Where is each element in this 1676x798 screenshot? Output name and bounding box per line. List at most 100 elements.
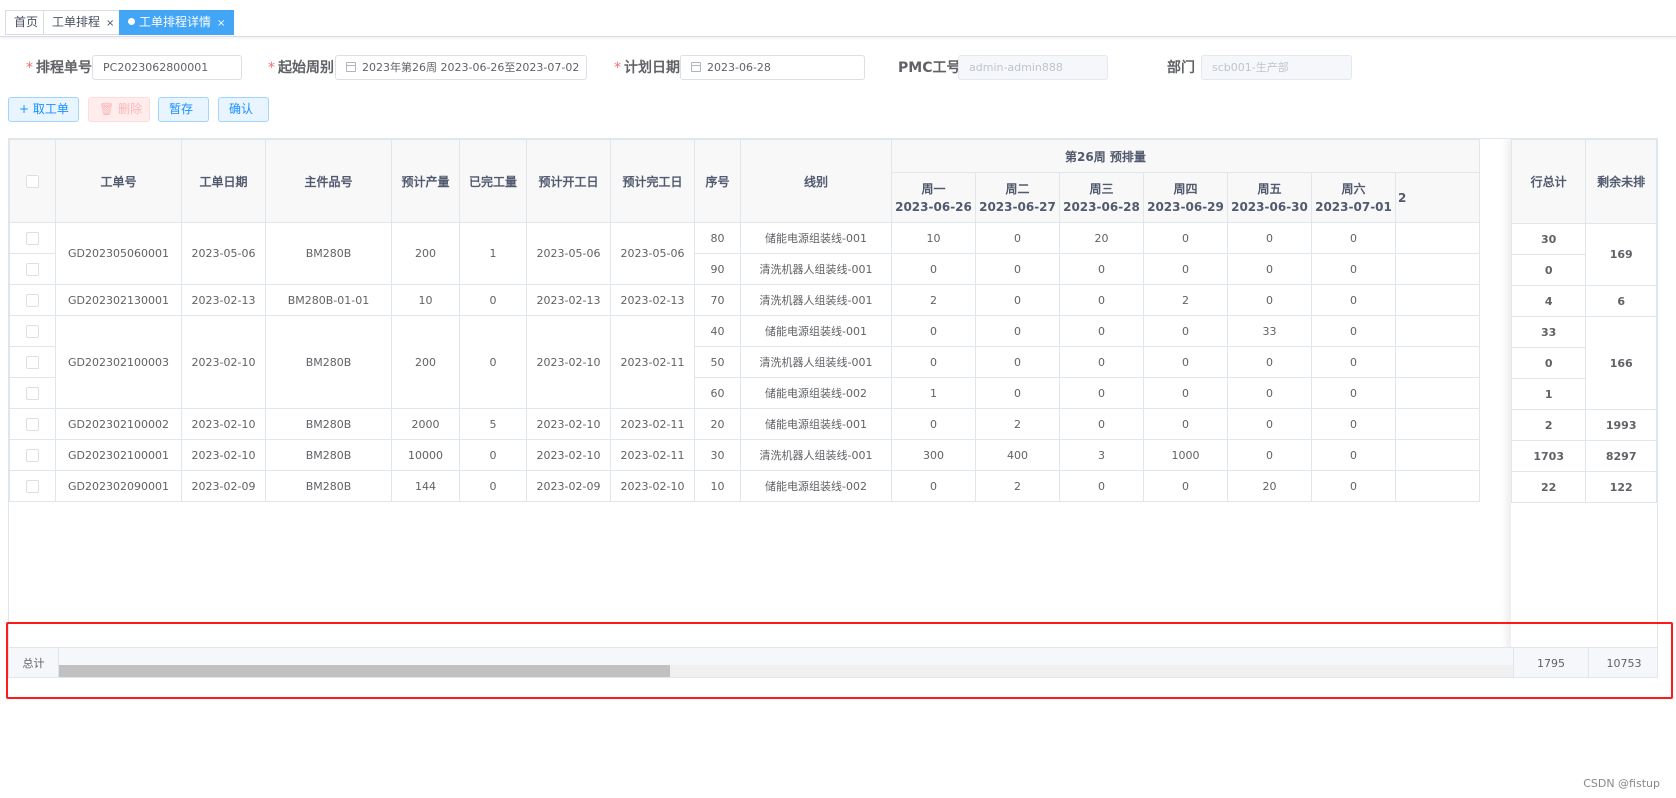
start-week-picker[interactable]: 2023年第26周 2023-06-26至2023-07-02	[335, 55, 587, 80]
day-qty-cell: 0	[1059, 284, 1144, 316]
totals-row: 22 122	[1510, 471, 1657, 503]
day-qty-cell: 0	[1311, 377, 1396, 409]
row-checkbox[interactable]	[26, 448, 39, 462]
totals-row: 2 1993	[1510, 409, 1657, 441]
remaining-cell: 1993	[1585, 409, 1657, 441]
done-qty-cell: 0	[459, 470, 527, 502]
tab-work-order-schedule[interactable]: 工单排程 ×	[43, 10, 124, 35]
row-total-cell: 33	[1510, 316, 1587, 348]
day-qty-cell	[1395, 377, 1480, 409]
day-qty-cell: 0	[891, 470, 976, 502]
seq-cell: 80	[694, 222, 741, 254]
active-dot-icon	[128, 18, 135, 25]
row-checkbox[interactable]	[26, 262, 39, 276]
row-checkbox[interactable]	[26, 386, 39, 400]
order-no-cell: GD202302100001	[55, 439, 182, 471]
start-date-cell: 2023-02-13	[526, 284, 611, 316]
table-row: GD202302100001 2023-02-10 BM280B 10000 0 2023…	[9, 439, 1480, 471]
row-checkbox[interactable]	[26, 324, 39, 338]
header-remaining: 剩余未排	[1585, 139, 1657, 224]
end-date-cell: 2023-02-11	[610, 315, 695, 409]
day-qty-cell: 0	[1227, 439, 1312, 471]
start-week-label: * 起始周别	[268, 60, 334, 76]
remaining-cell: 166	[1585, 316, 1657, 410]
table-row: GD202302130001 2023-02-13 BM280B-01-01 10 0 2…	[9, 284, 1480, 316]
dept-field: scb001-生产部	[1201, 55, 1352, 80]
day-qty-cell: 33	[1227, 315, 1312, 347]
select-all-checkbox[interactable]	[26, 175, 39, 188]
order-date-cell: 2023-02-10	[181, 439, 266, 471]
done-qty-cell: 0	[459, 315, 527, 409]
seq-cell: 70	[694, 284, 741, 316]
schedule-no-field[interactable]: PC2023062800001	[92, 55, 242, 80]
fixed-right-columns: 行总计 剩余未排 30 169 0 4 6 33 166 0 1 2 1993 1703 8297 22 1…	[1510, 139, 1657, 677]
tab-label: 首页	[14, 15, 39, 29]
save-draft-button[interactable]: 暂存	[158, 97, 209, 122]
totals-row: 1703 8297	[1510, 440, 1657, 472]
day-qty-cell: 2	[975, 470, 1060, 502]
day-qty-cell: 0	[975, 222, 1060, 254]
close-icon[interactable]: ×	[217, 18, 225, 29]
close-icon[interactable]: ×	[106, 18, 114, 29]
line-cell: 清洗机器人组装线-001	[740, 439, 892, 471]
row-checkbox[interactable]	[26, 355, 39, 369]
table-row: GD202302090001 2023-02-09 BM280B 144 0 2023-0…	[9, 470, 1480, 502]
day-qty-cell: 0	[1227, 346, 1312, 378]
header-day: 周二 2023-06-27	[975, 172, 1060, 223]
header-end-date: 预计完工日	[610, 139, 695, 223]
line-cell: 储能电源组装线-001	[740, 315, 892, 347]
header-line: 线别	[740, 139, 892, 223]
header-day: 周一 2023-06-26	[891, 172, 976, 223]
header-weekday: 周四	[1173, 181, 1198, 196]
seq-cell: 20	[694, 408, 741, 440]
done-qty-cell: 1	[459, 222, 527, 285]
day-qty-cell: 0	[1059, 315, 1144, 347]
planned-qty-cell: 144	[391, 470, 460, 502]
take-order-button[interactable]: + 取工单	[8, 97, 79, 122]
day-qty-cell	[1395, 346, 1480, 378]
day-qty-cell	[1395, 284, 1480, 316]
header-day: 周四 2023-06-29	[1143, 172, 1228, 223]
end-date-cell: 2023-02-11	[610, 439, 695, 471]
done-qty-cell: 0	[459, 439, 527, 471]
plan-date-picker[interactable]: 2023-06-28	[680, 55, 865, 80]
day-qty-cell: 2	[1143, 284, 1228, 316]
remaining-cell: 122	[1585, 471, 1657, 503]
header-weekday: 周六	[1341, 181, 1366, 196]
tab-schedule-detail[interactable]: 工单排程详情 ×	[119, 10, 235, 35]
day-qty-cell: 0	[1059, 253, 1144, 285]
end-date-cell: 2023-02-11	[610, 408, 695, 440]
order-date-cell: 2023-02-09	[181, 470, 266, 502]
totals-row: 46	[1510, 285, 1657, 317]
day-qty-cell: 0	[975, 377, 1060, 409]
header-week-group: 第26周 预排量	[891, 139, 1480, 173]
header-weekday: 周三	[1089, 181, 1114, 196]
delete-button[interactable]: 🗑︎ 删除	[88, 97, 150, 122]
row-checkbox[interactable]	[26, 417, 39, 431]
day-qty-cell: 0	[1227, 284, 1312, 316]
watermark: CSDN @fistup	[1583, 777, 1660, 790]
row-checkbox[interactable]	[26, 293, 39, 307]
order-no-cell: GD202302100002	[55, 408, 182, 440]
seq-cell: 90	[694, 253, 741, 285]
planned-qty-cell: 10	[391, 284, 460, 316]
day-qty-cell: 0	[1143, 253, 1228, 285]
day-qty-cell: 0	[1059, 470, 1144, 502]
row-total-cell: 4	[1510, 285, 1587, 317]
start-date-cell: 2023-05-06	[526, 222, 611, 285]
highlight-box	[6, 622, 1673, 699]
seq-cell: 10	[694, 470, 741, 502]
row-select-cell	[9, 408, 56, 440]
row-checkbox[interactable]	[26, 479, 39, 493]
day-qty-cell: 0	[1143, 222, 1228, 254]
day-qty-cell: 0	[1311, 315, 1396, 347]
confirm-button[interactable]: 确认	[218, 97, 269, 122]
start-week-value: 2023年第26周 2023-06-26至2023-07-02	[362, 61, 580, 74]
tab-home[interactable]: 首页	[5, 10, 48, 35]
day-qty-cell	[1395, 439, 1480, 471]
day-qty-cell: 1000	[1143, 439, 1228, 471]
totals-row: 30 169	[1510, 223, 1657, 286]
row-select-cell	[9, 377, 56, 409]
row-checkbox[interactable]	[26, 231, 39, 245]
header-seq: 序号	[694, 139, 741, 223]
